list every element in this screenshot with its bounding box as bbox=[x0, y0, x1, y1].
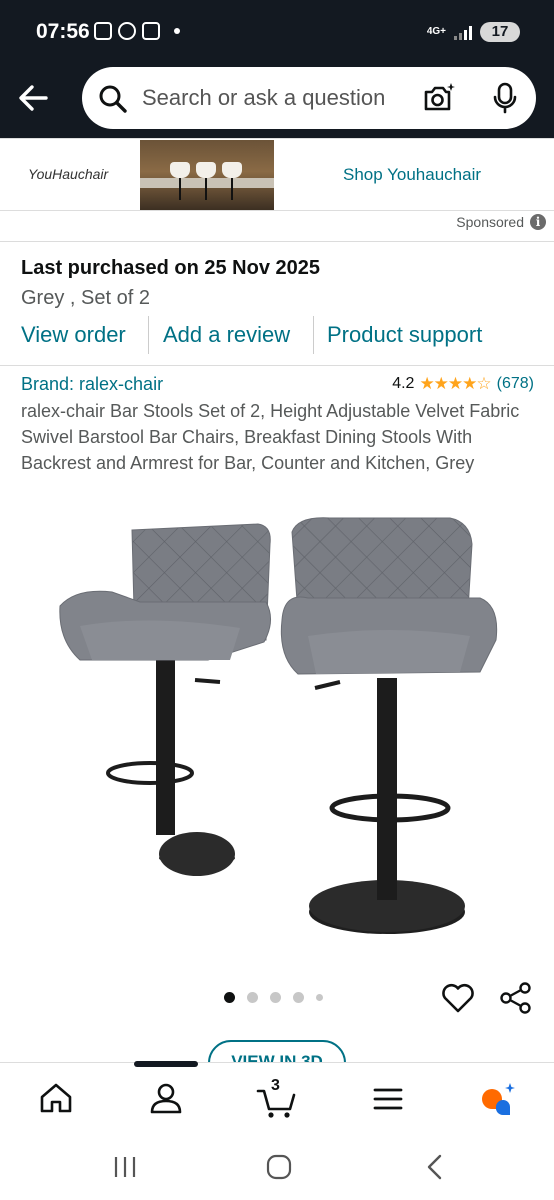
link-separator bbox=[148, 316, 149, 354]
rufus-tab[interactable] bbox=[476, 1077, 520, 1121]
carousel-dot[interactable] bbox=[247, 992, 258, 1003]
camera-search-icon[interactable] bbox=[422, 81, 456, 115]
last-purchased-heading: Last purchased on 25 Nov 2025 bbox=[21, 257, 321, 279]
search-input[interactable]: Search or ask a question bbox=[142, 85, 385, 111]
sponsored-banner[interactable]: YouHauchair Shop Youhauchair bbox=[0, 138, 554, 211]
home-button-icon[interactable] bbox=[264, 1152, 294, 1182]
carousel-dot[interactable] bbox=[224, 992, 235, 1003]
shop-brand-link[interactable]: Shop Youhauchair bbox=[343, 165, 481, 185]
cart-count: 3 bbox=[271, 1077, 280, 1094]
rating-count[interactable]: (678) bbox=[497, 375, 534, 393]
back-button[interactable] bbox=[12, 76, 56, 120]
menu-tab[interactable] bbox=[366, 1077, 410, 1121]
star-rating-icon: ★★★★☆ bbox=[419, 374, 491, 393]
carousel-dot[interactable] bbox=[316, 994, 323, 1001]
whatsapp-icon bbox=[118, 22, 136, 40]
bottom-navigation: 3 bbox=[0, 1061, 554, 1132]
image-carousel-dots bbox=[224, 992, 323, 1003]
home-icon bbox=[40, 1083, 72, 1113]
link-separator bbox=[313, 316, 314, 354]
rating-value: 4.2 bbox=[392, 375, 415, 392]
cart-tab[interactable]: 3 bbox=[256, 1077, 300, 1121]
instagram-icon bbox=[142, 22, 160, 40]
share-icon bbox=[500, 982, 531, 1014]
rufus-icon bbox=[482, 1083, 515, 1116]
network-type: 4G+ bbox=[426, 26, 446, 37]
product-support-link[interactable]: Product support bbox=[327, 322, 482, 348]
brand-link[interactable]: Brand: ralex-chair bbox=[21, 374, 163, 395]
signal-icon bbox=[454, 24, 472, 40]
home-tab[interactable] bbox=[34, 1077, 78, 1121]
battery-level: 17 bbox=[480, 22, 520, 42]
menu-icon bbox=[373, 1088, 403, 1110]
rating-summary[interactable]: 4.2 ★★★★☆ (678) bbox=[392, 374, 534, 394]
view-order-link[interactable]: View order bbox=[21, 322, 126, 348]
account-icon bbox=[150, 1083, 182, 1114]
add-review-link[interactable]: Add a review bbox=[163, 322, 290, 348]
more-notifications-icon bbox=[174, 28, 180, 34]
sponsored-text: Sponsored bbox=[456, 214, 524, 230]
status-bar: 07:56 4G+ 17 bbox=[0, 0, 554, 64]
divider bbox=[0, 365, 554, 366]
carousel-dot[interactable] bbox=[270, 992, 281, 1003]
brand-logo: YouHauchair bbox=[28, 166, 109, 182]
recent-apps-icon[interactable] bbox=[110, 1152, 140, 1182]
screen-capture-icon bbox=[94, 22, 112, 40]
product-title: ralex-chair Bar Stools Set of 2, Height … bbox=[21, 401, 520, 473]
search-bar[interactable]: Search or ask a question bbox=[82, 67, 536, 129]
product-image[interactable] bbox=[40, 510, 510, 950]
wishlist-button[interactable] bbox=[440, 980, 476, 1021]
active-tab-indicator bbox=[134, 1061, 198, 1067]
system-back-icon[interactable] bbox=[420, 1152, 450, 1182]
microphone-icon[interactable] bbox=[490, 82, 520, 114]
back-arrow-icon bbox=[19, 85, 48, 111]
search-icon bbox=[99, 85, 127, 113]
system-navigation bbox=[0, 1132, 554, 1200]
sponsored-label[interactable]: Sponsored i bbox=[456, 214, 546, 230]
ad-product-photo[interactable] bbox=[140, 140, 274, 210]
carousel-dot[interactable] bbox=[293, 992, 304, 1003]
share-button[interactable] bbox=[498, 980, 534, 1021]
search-header: Search or ask a question bbox=[0, 64, 554, 138]
bar-stools-illustration bbox=[59, 517, 498, 934]
info-icon[interactable]: i bbox=[530, 214, 546, 230]
purchase-actions: View order Add a review Product support bbox=[0, 316, 554, 356]
status-time: 07:56 bbox=[36, 20, 90, 43]
account-tab[interactable] bbox=[144, 1077, 188, 1121]
purchase-variant: Grey , Set of 2 bbox=[21, 287, 150, 309]
heart-icon bbox=[442, 983, 474, 1013]
status-right: 4G+ 17 bbox=[427, 22, 520, 42]
divider bbox=[0, 241, 554, 242]
notification-icons bbox=[94, 22, 180, 40]
